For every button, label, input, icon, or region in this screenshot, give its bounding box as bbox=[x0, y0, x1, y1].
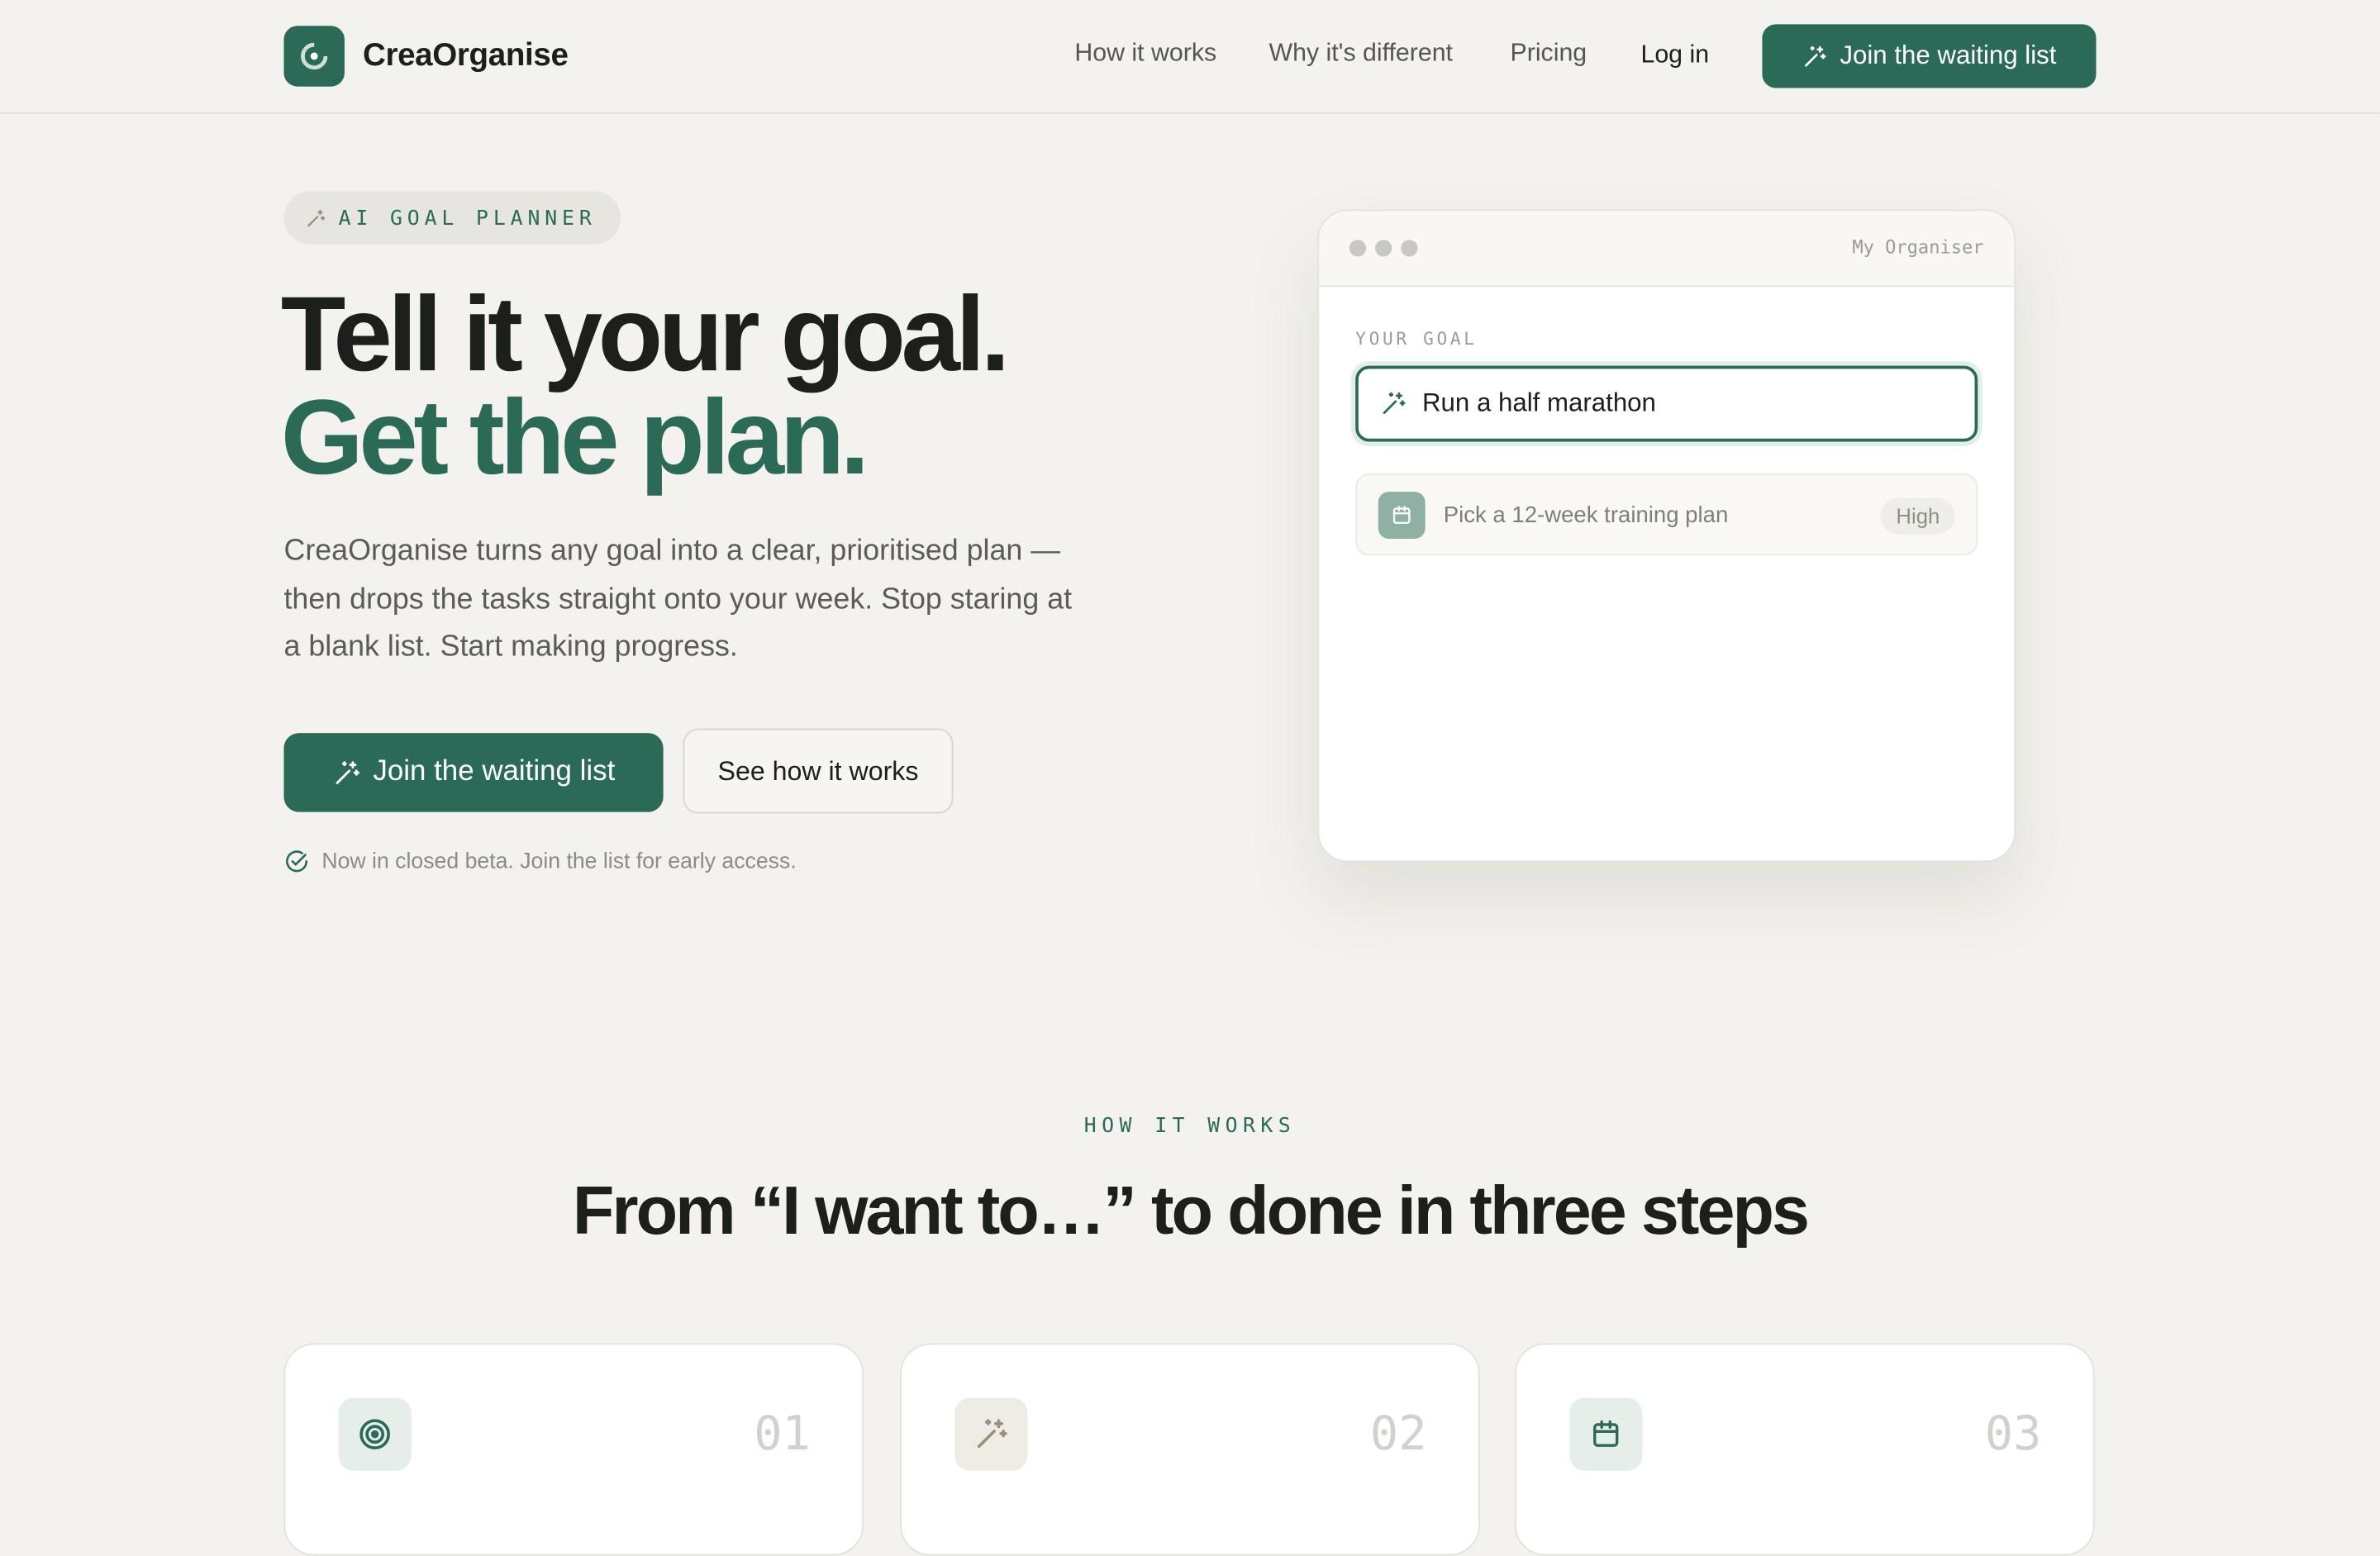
window-dot bbox=[1375, 240, 1392, 257]
brand-logo[interactable]: CreaOrganise bbox=[283, 26, 569, 87]
hero-headline-line-1: Tell it your goal. bbox=[280, 274, 1011, 393]
calendar-icon bbox=[1378, 491, 1426, 539]
calendar-icon bbox=[1569, 1397, 1643, 1471]
hero-cta-label: Join the waiting list bbox=[373, 755, 616, 788]
hero-join-waitlist-button[interactable]: Join the waiting list bbox=[283, 733, 664, 812]
priority-badge: High bbox=[1881, 497, 1955, 535]
chip-label: AI GOAL PLANNER bbox=[338, 205, 597, 231]
beta-note-text: Now in closed beta. Join the list for ea… bbox=[321, 849, 797, 874]
sparkle-icon bbox=[1383, 392, 1406, 414]
logo-icon bbox=[283, 26, 345, 87]
hero-headline: Tell it your goal. Get the plan. bbox=[280, 274, 1011, 497]
window-dot bbox=[1401, 240, 1418, 257]
brand-name: CreaOrganise bbox=[362, 37, 569, 74]
nav-why-different[interactable]: Why it's different bbox=[1269, 40, 1452, 69]
task-text: Pick a 12-week training plan bbox=[1443, 502, 1729, 528]
hero-description: CreaOrganise turns any goal into a clear… bbox=[283, 534, 1073, 664]
site-header: CreaOrganise How it works Why it's diffe… bbox=[0, 0, 2380, 114]
sparkle-icon bbox=[1805, 45, 1826, 66]
step-number: 02 bbox=[1369, 1406, 1427, 1462]
mockup-window-title: My Organiser bbox=[1852, 236, 1984, 259]
header-cta-label: Join the waiting list bbox=[1840, 40, 2057, 70]
beta-note: Now in closed beta. Join the list for ea… bbox=[283, 849, 797, 874]
header-join-waitlist-button[interactable]: Join the waiting list bbox=[1762, 24, 2097, 88]
goal-label: YOUR GOAL bbox=[1355, 327, 1478, 350]
check-circle-icon bbox=[286, 850, 308, 873]
sparkle-icon bbox=[336, 760, 359, 783]
window-dot bbox=[1349, 240, 1367, 257]
nav-login[interactable]: Log in bbox=[1640, 41, 1709, 70]
hero-headline-line-2: Get the plan. bbox=[280, 378, 870, 497]
sparkle-icon bbox=[307, 208, 326, 226]
ai-goal-planner-chip: AI GOAL PLANNER bbox=[283, 191, 621, 245]
step-card-2: 02 bbox=[900, 1343, 1480, 1556]
step-number: 03 bbox=[1984, 1406, 2042, 1462]
see-how-it-works-button[interactable]: See how it works bbox=[683, 728, 954, 814]
task-item[interactable]: Pick a 12-week training plan High bbox=[1355, 473, 1978, 556]
goal-input[interactable]: Run a half marathon bbox=[1355, 365, 1978, 442]
step-card-1: 01 bbox=[283, 1343, 864, 1556]
organiser-mockup: My Organiser YOUR GOAL Run a half marath… bbox=[1317, 209, 2016, 863]
sparkle-icon bbox=[954, 1397, 1028, 1471]
step-number: 01 bbox=[754, 1406, 811, 1462]
how-it-works-title: From “I want to…” to done in three steps bbox=[572, 1171, 1810, 1249]
nav-pricing[interactable]: Pricing bbox=[1511, 40, 1587, 69]
goal-input-value: Run a half marathon bbox=[1421, 388, 1656, 418]
mockup-titlebar: My Organiser bbox=[1319, 211, 2015, 288]
target-icon bbox=[338, 1397, 412, 1471]
how-it-works-eyebrow: HOW IT WORKS bbox=[1083, 1114, 1297, 1139]
landing-page: CreaOrganise How it works Why it's diffe… bbox=[0, 0, 2380, 1556]
nav-how-it-works[interactable]: How it works bbox=[1074, 40, 1216, 69]
step-card-3: 03 bbox=[1515, 1343, 2095, 1556]
